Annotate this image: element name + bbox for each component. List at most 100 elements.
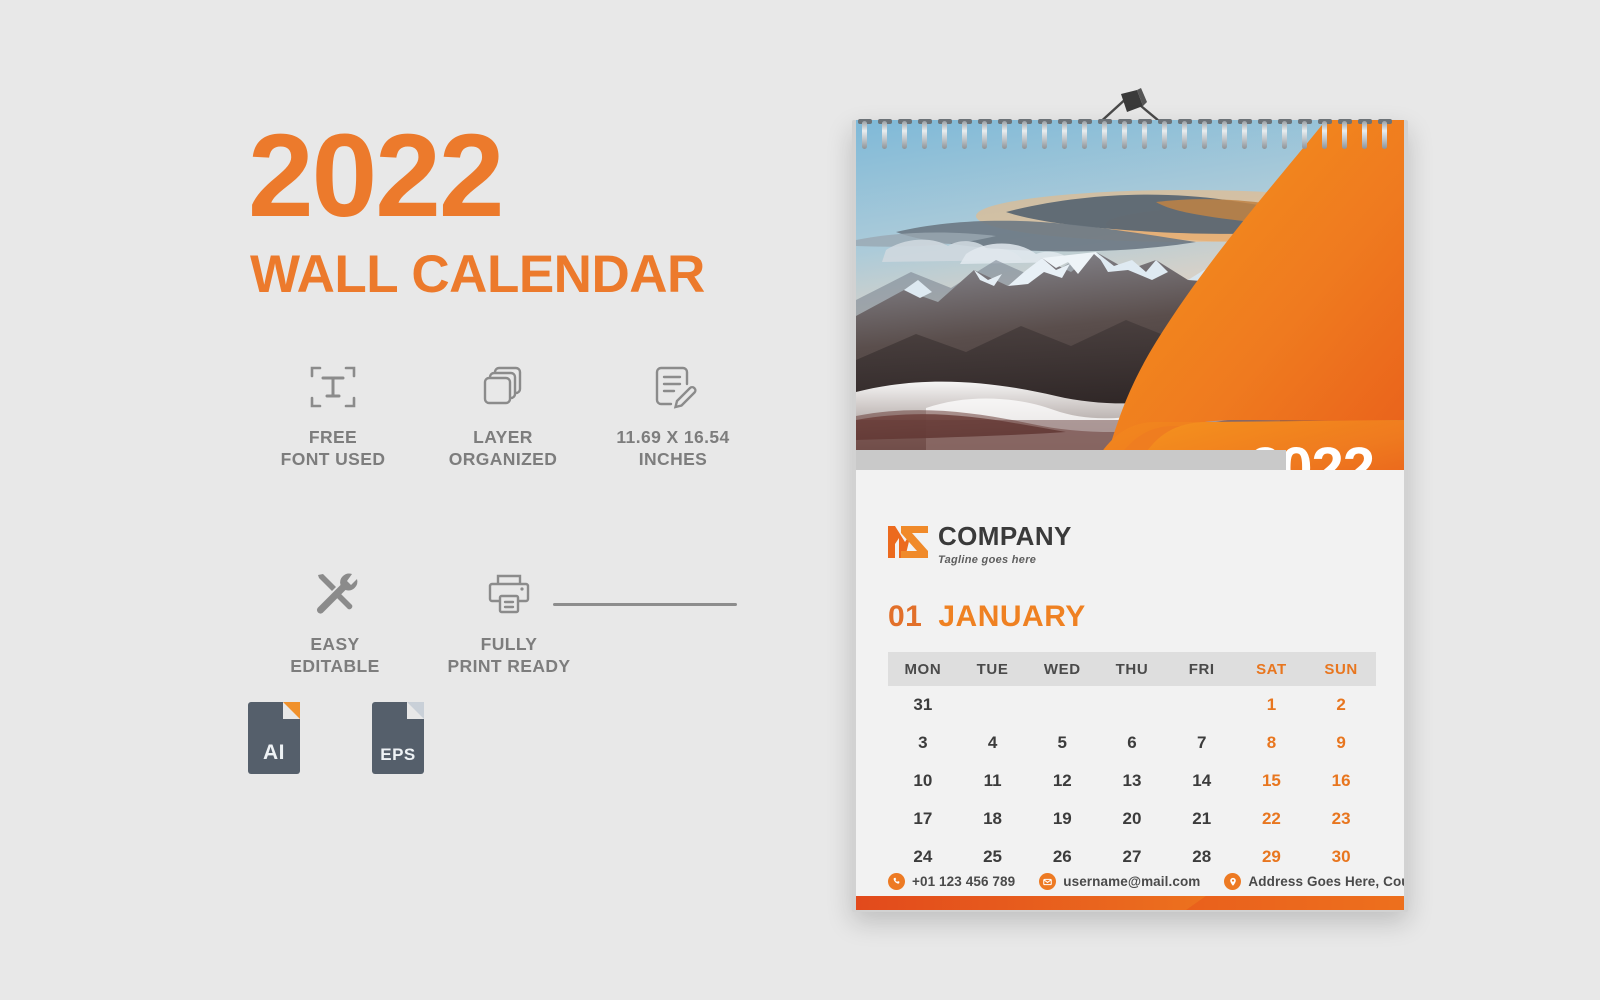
- weekday-header-sat: SAT: [1256, 660, 1287, 678]
- printer-icon: [484, 569, 534, 619]
- file-corner-fold-icon: [283, 702, 300, 719]
- calendar-day: 22: [1261, 809, 1281, 828]
- calendar-day: 14: [1192, 771, 1212, 790]
- contact-phone-text: +01 123 456 789: [912, 874, 1016, 889]
- calendar-footer-bar: [856, 896, 1404, 910]
- promo-year: 2022: [248, 110, 505, 242]
- calendar-page: 2022 WALL CALENDAR COMPANY Tagline goes …: [856, 120, 1404, 910]
- calendar-week-row: 10 11 12 13 14 15 16: [888, 762, 1376, 800]
- feature-easy-editable: EASY EDITABLE: [248, 569, 422, 678]
- weekday-header-fri: FRI: [1188, 660, 1215, 678]
- calendar-day: 19: [1052, 809, 1072, 828]
- calendar-day: 21: [1192, 809, 1212, 828]
- mz-logo-mark-icon: [886, 522, 932, 560]
- calendar-day: 3: [918, 733, 928, 752]
- calendar-day: 11: [983, 771, 1002, 790]
- calendar-day: 17: [913, 809, 933, 828]
- location-pin-icon: [1224, 873, 1242, 890]
- file-format-badges: AI EPS: [248, 702, 424, 774]
- file-badge-eps: EPS: [372, 702, 424, 774]
- calendar-day: 30: [1331, 847, 1351, 866]
- calendar-day: 16: [1331, 771, 1351, 790]
- calendar-day: 8: [1266, 733, 1277, 752]
- feature-label: 11.69 X 16.54 INCHES: [616, 426, 729, 471]
- weekday-header-mon: MON: [904, 660, 942, 678]
- feature-label: EASY EDITABLE: [290, 633, 379, 678]
- free-font-icon: [308, 362, 358, 412]
- feature-label-line1: EASY: [310, 633, 360, 654]
- section-divider: [553, 603, 737, 606]
- document-edit-icon: [649, 362, 697, 412]
- feature-label-line2: EDITABLE: [290, 656, 380, 677]
- calendar-day: 24: [913, 847, 933, 866]
- feature-label: FREE FONT USED: [281, 426, 386, 471]
- month-number: 01: [888, 600, 923, 633]
- phone-icon: [888, 873, 905, 890]
- weekday-header-sun: SUN: [1324, 660, 1358, 678]
- calendar-day: 18: [983, 809, 1003, 828]
- mockup-canvas: 2022 WALL CALENDAR FREE FONT USED LAYER …: [0, 0, 1600, 1000]
- calendar-week-row: 31 1 2: [888, 686, 1376, 724]
- feature-label: FULLY PRINT READY: [447, 633, 570, 678]
- tools-icon: [310, 569, 360, 619]
- feature-free-font: FREE FONT USED: [248, 362, 418, 471]
- calendar-day: 13: [1122, 771, 1142, 790]
- calendar-week-row: 24 25 26 27 28 29 30: [888, 838, 1376, 876]
- calendar-day: 1: [1266, 695, 1277, 714]
- month-name: JANUARY: [938, 600, 1086, 633]
- promo-heading-block: 2022 WALL CALENDAR: [248, 110, 808, 305]
- contact-email: username@mail.com: [1039, 873, 1200, 890]
- feature-row-1: FREE FONT USED LAYER ORGANIZED 11.69 X 1…: [248, 362, 768, 471]
- weekday-header-wed: WED: [1043, 660, 1081, 678]
- calendar-day: 26: [1052, 847, 1072, 866]
- calendar-day: 31: [913, 695, 933, 714]
- feature-label-line2: INCHES: [638, 449, 708, 470]
- feature-list: FREE FONT USED LAYER ORGANIZED 11.69 X 1…: [248, 362, 768, 678]
- promo-subtitle: WALL CALENDAR: [250, 245, 705, 305]
- company-logo: COMPANY Tagline goes here: [886, 522, 1072, 566]
- calendar-mockup: 2022 WALL CALENDAR COMPANY Tagline goes …: [852, 88, 1408, 918]
- calendar-day: 7: [1196, 733, 1207, 752]
- calendar-day: 10: [913, 771, 933, 790]
- calendar-day: 20: [1122, 809, 1142, 828]
- contact-address: Address Goes Here, Country: [1224, 873, 1404, 890]
- calendar-day: 29: [1261, 847, 1281, 866]
- calendar-week-row: 17 18 19 20 21 22 23: [888, 800, 1376, 838]
- photo-bottom-strip: [856, 450, 1286, 470]
- feature-print-ready: FULLY PRINT READY: [422, 569, 596, 678]
- calendar-day: 4: [987, 733, 998, 752]
- logo-tagline: Tagline goes here: [938, 554, 1037, 566]
- calendar-day: 9: [1336, 733, 1346, 752]
- feature-label-line2: PRINT READY: [447, 656, 571, 677]
- file-badge-label: AI: [263, 741, 285, 764]
- feature-label-line1: FREE: [308, 427, 358, 447]
- calendar-week-row: 3 4 5 6 7 8 9: [888, 724, 1376, 762]
- feature-label-line1: 11.69 X 16.54: [616, 427, 730, 447]
- calendar-day: 23: [1331, 809, 1351, 828]
- calendar-day: 28: [1192, 847, 1212, 866]
- file-badge-label: EPS: [380, 745, 416, 764]
- calendar-day: 6: [1127, 733, 1137, 752]
- weekday-header-row: MON TUE WED THU FRI SAT SUN: [888, 652, 1376, 686]
- feature-label: LAYER ORGANIZED: [449, 426, 558, 471]
- weekday-header-tue: TUE: [976, 660, 1009, 678]
- envelope-icon: [1039, 873, 1057, 890]
- calendar-day: 12: [1052, 771, 1072, 790]
- contact-email-text: username@mail.com: [1063, 874, 1201, 889]
- file-badge-ai: AI: [248, 702, 300, 774]
- feature-dimensions: 11.69 X 16.54 INCHES: [588, 362, 758, 471]
- contact-address-text: Address Goes Here, Country: [1248, 874, 1404, 889]
- contact-row: +01 123 456 789 username@mail.com Addres…: [888, 873, 1404, 890]
- calendar-grid: MON TUE WED THU FRI SAT SUN 31 1 2 3 4 5…: [888, 652, 1376, 876]
- month-title: 01 JANUARY: [888, 600, 1086, 634]
- contact-phone: +01 123 456 789: [888, 873, 1015, 890]
- file-corner-fold-icon: [407, 702, 424, 719]
- feature-label-line1: FULLY: [480, 633, 538, 654]
- calendar-day: 27: [1122, 847, 1142, 866]
- spiral-binding: [856, 112, 1404, 152]
- layers-icon: [478, 362, 528, 412]
- feature-row-2: EASY EDITABLE FULLY PRINT READY: [248, 569, 768, 678]
- calendar-day: 5: [1057, 733, 1068, 752]
- weekday-header-thu: THU: [1115, 660, 1149, 678]
- feature-layer-organized: LAYER ORGANIZED: [418, 362, 588, 471]
